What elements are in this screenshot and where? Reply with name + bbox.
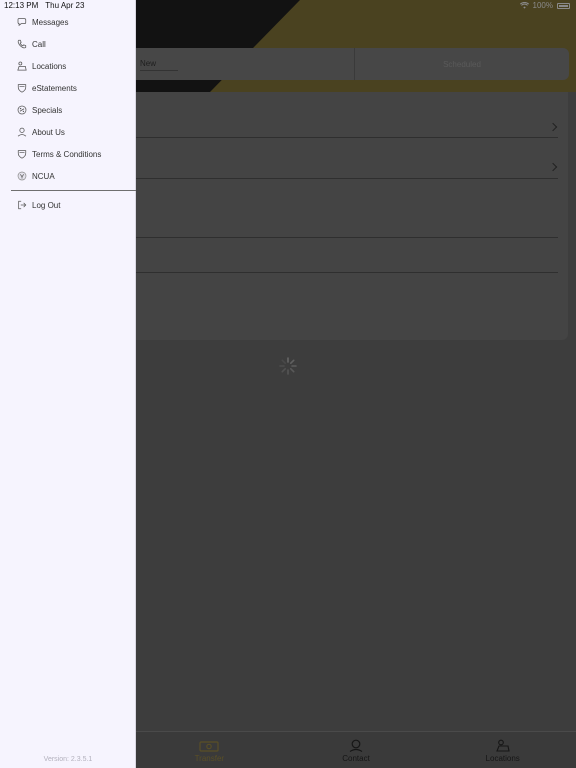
map-location-icon (495, 739, 510, 752)
status-time: 12:13 PM (4, 1, 39, 10)
menu-item-specials[interactable]: Specials (0, 99, 136, 121)
menu-item-call[interactable]: Call (0, 33, 136, 55)
status-bar-right: 100% (519, 1, 570, 10)
form-row[interactable] (136, 238, 558, 273)
menu-item-log-out[interactable]: Log Out (0, 194, 136, 216)
ncua-icon (17, 171, 27, 181)
menu-item-label: NCUA (32, 171, 55, 181)
person-icon (17, 127, 27, 137)
money-transfer-icon (199, 741, 219, 752)
menu-item-messages[interactable]: Messages (0, 11, 136, 33)
battery-icon (557, 2, 570, 9)
loading-spinner-icon (279, 357, 297, 375)
map-location-icon (17, 61, 27, 71)
phone-icon (17, 39, 27, 49)
form-row[interactable] (136, 138, 558, 179)
bottom-tab-bar: Transfer Contact Locations (136, 731, 576, 768)
menu-item-label: Locations (32, 61, 67, 71)
shield-icon (17, 150, 27, 159)
drawer-menu: Messages Call Locations eStatements Spec… (0, 11, 136, 216)
menu-divider (11, 190, 136, 191)
badge-icon (17, 105, 27, 115)
menu-item-label: About Us (32, 127, 65, 137)
battery-percent: 100% (532, 1, 553, 10)
transfer-form-card (136, 92, 568, 340)
segmented-control: New Scheduled (136, 48, 569, 80)
menu-item-label: Messages (32, 17, 69, 27)
tab-transfer[interactable]: Transfer (136, 732, 283, 768)
segment-new[interactable]: New (136, 48, 355, 80)
menu-item-terms[interactable]: Terms & Conditions (0, 143, 136, 165)
chevron-right-icon (548, 162, 558, 172)
chevron-right-icon (548, 122, 558, 132)
tab-locations[interactable]: Locations (429, 732, 576, 768)
menu-item-label: Terms & Conditions (32, 149, 102, 159)
menu-item-label: Specials (32, 105, 63, 115)
tab-contact-label: Contact (342, 754, 370, 763)
tab-locations-label: Locations (485, 754, 520, 763)
segment-new-label: New (140, 57, 179, 71)
segment-scheduled[interactable]: Scheduled (355, 48, 569, 80)
menu-item-label: Call (32, 39, 46, 49)
form-row[interactable] (136, 179, 558, 238)
app-version: Version: 2.3.5.1 (43, 756, 93, 763)
tab-contact[interactable]: Contact (283, 732, 430, 768)
wifi-icon (519, 2, 529, 9)
tab-transfer-label: Transfer (194, 754, 225, 763)
menu-item-label: Log Out (32, 200, 61, 210)
menu-item-estatements[interactable]: eStatements (0, 77, 136, 99)
segment-scheduled-label: Scheduled (443, 59, 481, 69)
menu-item-ncua[interactable]: NCUA (0, 165, 136, 187)
form-row[interactable] (136, 92, 558, 138)
shield-icon (17, 84, 27, 93)
contact-icon (349, 739, 363, 752)
menu-item-about-us[interactable]: About Us (0, 121, 136, 143)
log-out-icon (18, 200, 27, 210)
menu-item-label: eStatements (32, 83, 77, 93)
menu-item-locations[interactable]: Locations (0, 55, 136, 77)
status-date: Thu Apr 23 (45, 1, 85, 10)
status-bar-left: 12:13 PM Thu Apr 23 (4, 1, 84, 10)
chat-bubble-icon (17, 18, 27, 27)
side-drawer: 12:13 PM Thu Apr 23 Messages Call Locati… (0, 0, 136, 768)
